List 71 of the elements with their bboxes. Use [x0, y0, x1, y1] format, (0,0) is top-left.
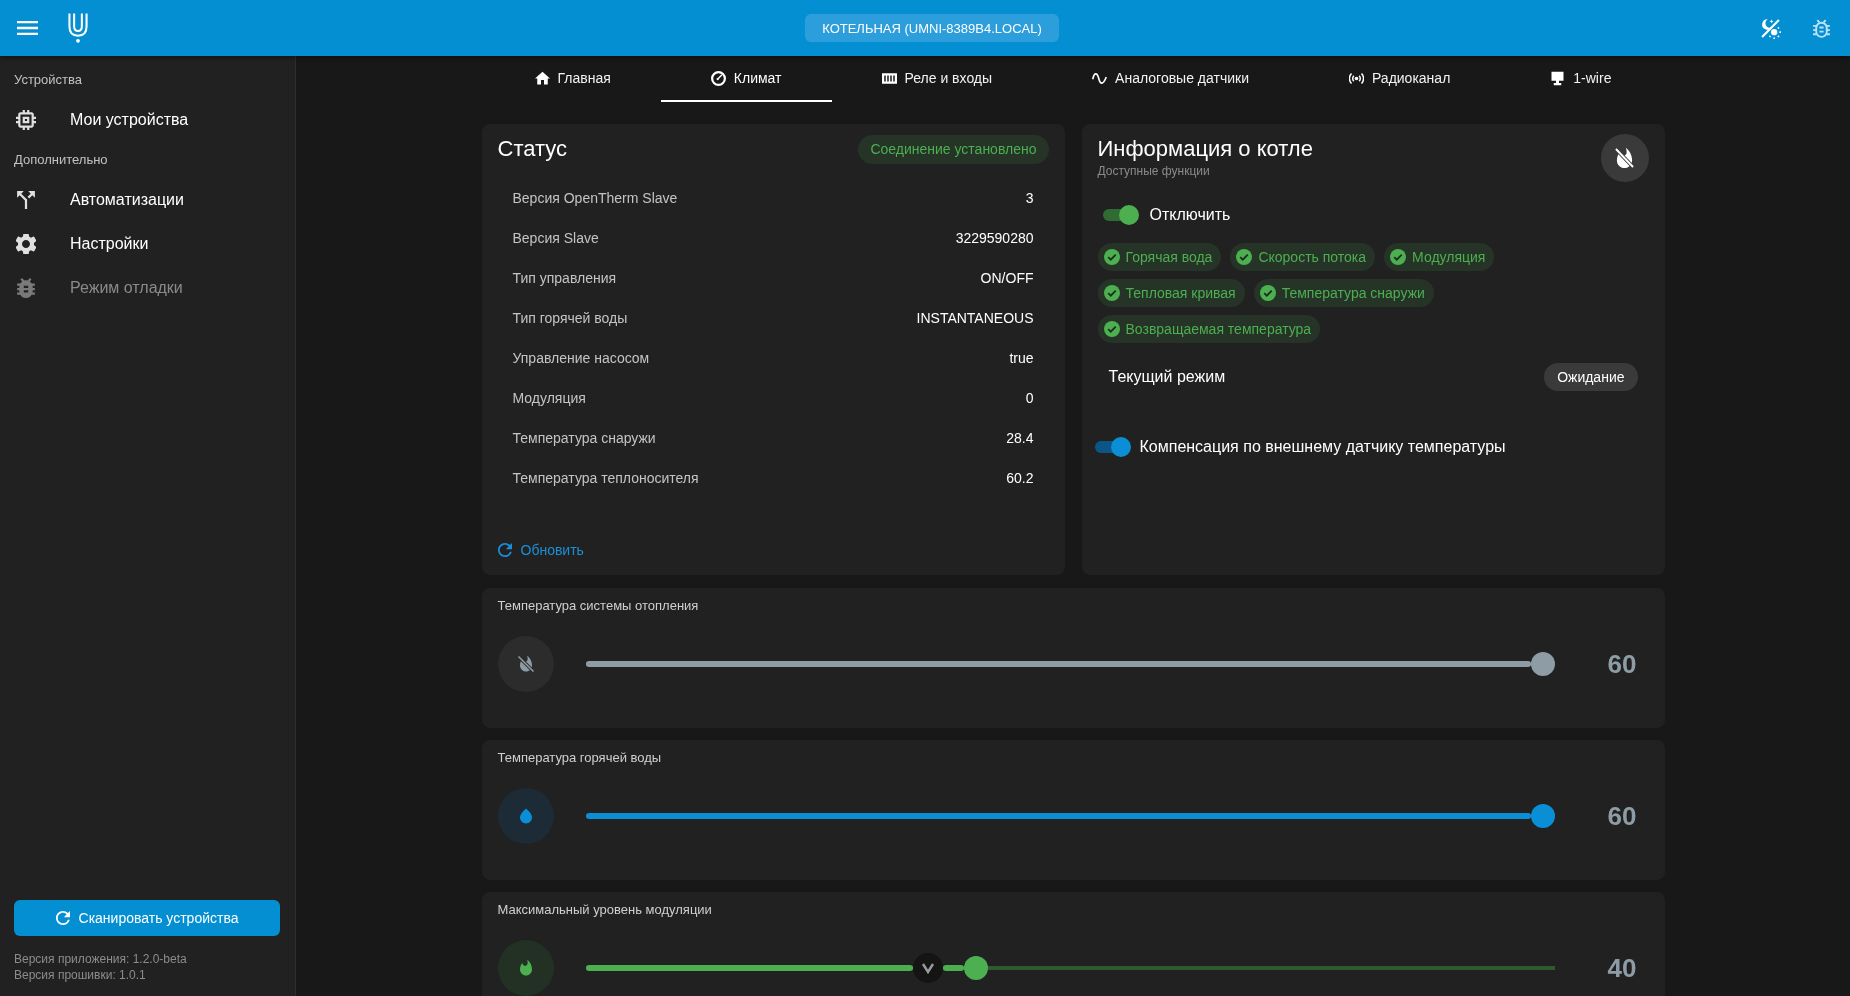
field-label: Тип управления — [512, 270, 617, 286]
slider-thumb[interactable] — [963, 956, 988, 980]
switch-panel-icon — [881, 70, 897, 86]
connection-status: Соединение установлено — [858, 134, 1049, 164]
field-value: 3229590280 — [955, 230, 1034, 246]
refresh-icon — [55, 911, 70, 925]
field-value: ON/OFF — [980, 270, 1034, 286]
toggle-switch[interactable] — [1093, 436, 1132, 458]
split-arrows-icon — [16, 190, 36, 210]
scan-devices-button[interactable]: Сканировать устройства — [14, 900, 280, 936]
refresh-link[interactable]: Обновить — [497, 542, 584, 558]
tab[interactable]: 1-wire — [1500, 56, 1662, 102]
field-label: Температура теплоносителя — [512, 470, 699, 486]
field-value: 3 — [1025, 190, 1034, 206]
tab[interactable]: Реле и входы — [831, 56, 1043, 102]
slider-value: 40 — [1607, 952, 1637, 984]
chip-icon — [16, 110, 36, 130]
field-label: Версия OpenTherm Slave — [512, 190, 678, 206]
refresh-icon — [497, 543, 512, 557]
settings-icon — [16, 234, 36, 254]
slider-title: Температура горячей воды — [497, 749, 662, 767]
card-title: Информация о котле — [1097, 135, 1313, 163]
field-value: 28.4 — [1006, 430, 1034, 446]
menu-icon[interactable] — [17, 21, 38, 35]
slider-value: 60 — [1607, 800, 1637, 832]
bug-icon[interactable] — [1811, 17, 1832, 39]
tab[interactable]: Радиоканал — [1298, 56, 1501, 102]
section-title: Дополнительно — [13, 151, 108, 169]
field-label: Температура снаружи — [512, 430, 656, 446]
feature-label: Тепловая кривая — [1125, 285, 1236, 301]
feature-label: Скорость потока — [1258, 249, 1367, 265]
toggle-label: Отключить — [1149, 206, 1231, 224]
heating-button[interactable] — [1600, 134, 1649, 182]
mode-label: Текущий режим — [1108, 368, 1226, 386]
feature-label: Модуляция — [1412, 249, 1486, 265]
field-label: Управление насосом — [512, 350, 650, 366]
field-label: Модуляция — [512, 390, 586, 406]
app-version: Версия приложения: 1.2.0-beta — [14, 951, 187, 967]
card-title: Статус — [497, 135, 568, 163]
toggle-label: Компенсация по внешнему датчику температуры — [1139, 438, 1506, 456]
slider-title: Максимальный уровень модуляции — [497, 901, 712, 919]
moon-sun-icon[interactable] — [1760, 17, 1781, 39]
tab[interactable]: Климат — [660, 56, 832, 102]
toggle-switch[interactable] — [1101, 204, 1140, 226]
logo-icon[interactable] — [66, 12, 90, 44]
flame-off-icon — [1615, 147, 1634, 169]
mode-status: Ожидание — [1544, 363, 1638, 391]
feature-label: Возвращаемая температура — [1125, 321, 1312, 337]
section-title: Устройства — [13, 71, 82, 89]
card-subtitle: Доступные функции — [1097, 163, 1210, 179]
field-label: Версия Slave — [512, 230, 599, 246]
sidebar-item[interactable]: Мои устройства — [0, 98, 295, 142]
radio-signal-icon — [1348, 70, 1364, 86]
monitor-icon — [1550, 70, 1566, 86]
field-value: true — [1009, 350, 1034, 366]
field-value: 60.2 — [1006, 470, 1034, 486]
firmware-version: Версия прошивки: 1.0.1 — [14, 967, 146, 983]
sidebar-item[interactable]: Настройки — [0, 222, 295, 266]
wave-icon — [1092, 70, 1108, 86]
field-value: 0 — [1025, 390, 1034, 406]
bug-icon — [16, 278, 36, 298]
gauge-icon — [710, 70, 726, 86]
feature-label: Горячая вода — [1125, 249, 1213, 265]
home-icon — [534, 70, 550, 86]
field-label: Тип горячей воды — [512, 310, 628, 326]
slider-thumb[interactable] — [1530, 804, 1555, 828]
tab[interactable]: Аналоговые датчики — [1042, 56, 1299, 102]
feature-label: Температура снаружи — [1281, 285, 1425, 301]
field-value: INSTANTANEOUS — [916, 310, 1034, 326]
tab[interactable]: Главная — [484, 56, 661, 102]
sidebar-item[interactable]: Автоматизации — [0, 178, 295, 222]
